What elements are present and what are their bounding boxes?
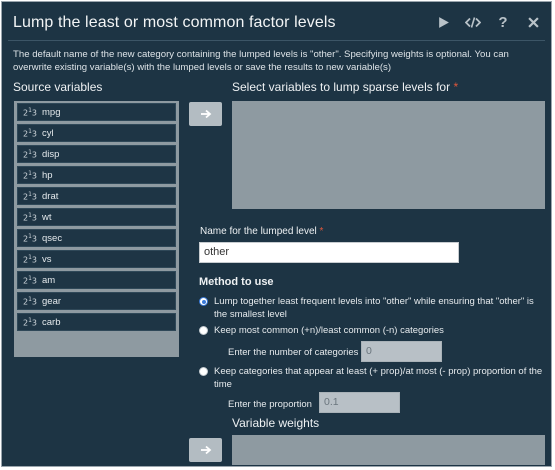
- source-variable-item[interactable]: 213 gear: [17, 292, 176, 310]
- proportion-input[interactable]: 0.1: [319, 392, 400, 413]
- lumped-name-label-text: Name for the lumped level: [200, 226, 317, 237]
- n-categories-input[interactable]: 0: [361, 341, 442, 362]
- source-variable-item[interactable]: 213 disp: [17, 145, 176, 163]
- dialog-description: The default name of the new category con…: [13, 49, 509, 73]
- factor-type-icon: 213: [23, 211, 38, 223]
- source-variable-item[interactable]: 213 cyl: [17, 124, 176, 142]
- n-categories-label: Enter the number of categories: [228, 347, 359, 358]
- weights-variable-box[interactable]: [232, 435, 545, 465]
- run-icon[interactable]: [435, 14, 451, 30]
- method-option-lump-smallest[interactable]: Lump together least frequent levels into…: [199, 296, 544, 321]
- help-icon[interactable]: ?: [495, 14, 511, 31]
- method-option-label: Keep most common (+n)/least common (-n) …: [214, 325, 444, 336]
- factor-type-icon: 213: [23, 316, 38, 328]
- target-label-text: Select variables to lump sparse levels f…: [232, 80, 451, 94]
- source-variable-name: wt: [42, 211, 52, 223]
- proportion-label: Enter the proportion: [228, 399, 312, 410]
- required-mark: *: [319, 226, 324, 237]
- factor-type-icon: 213: [23, 190, 38, 202]
- lumped-name-input[interactable]: other: [199, 242, 459, 263]
- source-variable-name: qsec: [42, 232, 63, 244]
- lumped-name-label: Name for the lumped level *: [200, 226, 323, 237]
- move-to-target-button[interactable]: [189, 102, 222, 126]
- title-toolbar: ?: [435, 14, 541, 31]
- source-variable-name: gear: [42, 295, 62, 307]
- source-variable-name: cyl: [42, 127, 54, 139]
- method-option-keep-n[interactable]: Keep most common (+n)/least common (-n) …: [199, 325, 544, 338]
- target-variables-label: Select variables to lump sparse levels f…: [232, 80, 458, 94]
- factor-type-icon: 213: [23, 274, 38, 286]
- factor-type-icon: 213: [23, 253, 38, 265]
- radio-keep-n[interactable]: [199, 326, 208, 335]
- source-variable-name: carb: [42, 316, 61, 328]
- variable-weights-label: Variable weights: [232, 416, 320, 430]
- method-option-label: Keep categories that appear at least (+ …: [214, 366, 543, 390]
- factor-type-icon: 213: [23, 232, 38, 244]
- source-variable-item[interactable]: 213 am: [17, 271, 176, 289]
- source-variable-name: hp: [42, 169, 53, 181]
- arrow-right-icon: [200, 109, 211, 119]
- factor-type-icon: 213: [23, 169, 38, 181]
- source-variable-item[interactable]: 213 carb: [17, 313, 176, 331]
- source-variable-name: drat: [42, 190, 59, 202]
- factor-type-icon: 213: [23, 127, 38, 139]
- factor-type-icon: 213: [23, 106, 38, 118]
- target-variables-box[interactable]: [232, 101, 545, 209]
- dialog-window: Lump the least or most common factor lev…: [1, 1, 552, 467]
- close-icon[interactable]: [525, 14, 541, 30]
- factor-type-icon: 213: [23, 295, 38, 307]
- source-variable-item[interactable]: 213 vs: [17, 250, 176, 268]
- source-variable-item[interactable]: 213 qsec: [17, 229, 176, 247]
- factor-type-icon: 213: [23, 148, 38, 160]
- source-variables-list[interactable]: 213 mpg 213 cyl 213 disp 213 hp 213 drat 213 wt 213 q…: [14, 101, 179, 357]
- dialog-title: Lump the least or most common factor lev…: [13, 14, 336, 31]
- move-to-weights-button[interactable]: [189, 438, 222, 462]
- radio-lump-smallest[interactable]: [199, 297, 208, 306]
- source-variable-item[interactable]: 213 drat: [17, 187, 176, 205]
- source-variable-name: mpg: [42, 106, 61, 118]
- radio-keep-prop[interactable]: [199, 367, 208, 376]
- title-divider: [8, 40, 545, 41]
- code-icon[interactable]: [465, 14, 481, 30]
- source-variable-item[interactable]: 213 wt: [17, 208, 176, 226]
- source-variable-name: disp: [42, 148, 60, 160]
- method-heading: Method to use: [199, 276, 274, 288]
- method-option-label: Lump together least frequent levels into…: [214, 296, 534, 320]
- source-variable-name: vs: [42, 253, 52, 265]
- source-variables-label: Source variables: [13, 80, 103, 94]
- source-variable-name: am: [42, 274, 56, 286]
- source-variable-item[interactable]: 213 hp: [17, 166, 176, 184]
- required-mark: *: [453, 80, 459, 94]
- arrow-right-icon: [200, 445, 211, 455]
- source-variable-item[interactable]: 213 mpg: [17, 103, 176, 121]
- method-option-keep-prop[interactable]: Keep categories that appear at least (+ …: [199, 366, 544, 391]
